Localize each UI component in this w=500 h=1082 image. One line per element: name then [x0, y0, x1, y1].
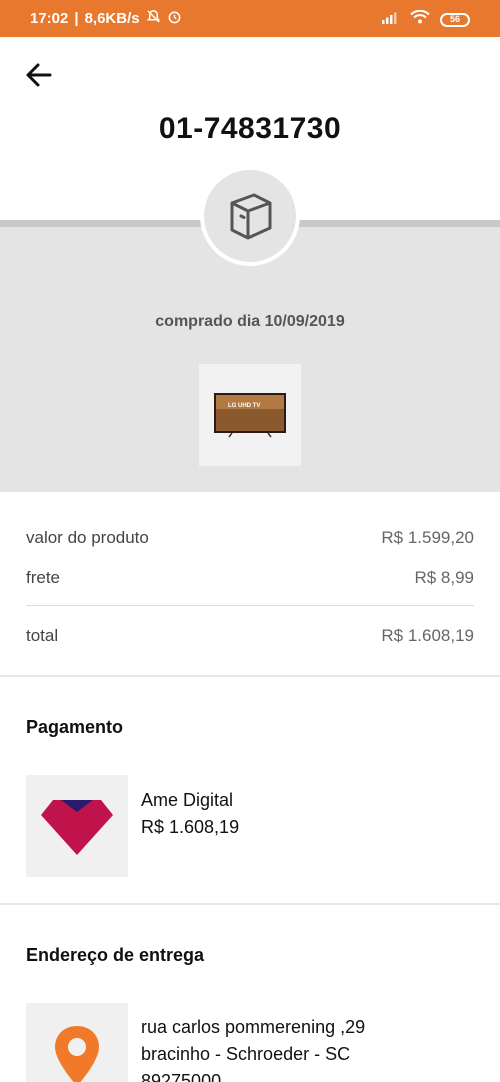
alarm-clock-icon	[167, 9, 182, 28]
payment-title: Pagamento	[26, 717, 124, 737]
delivery-address: rua carlos pommerening ,29 bracinho - Sc…	[141, 1014, 365, 1082]
order-id: 01-74831730	[158, 112, 342, 145]
location-pin-icon	[55, 1026, 99, 1082]
status-bar: 17:02 | 8,6KB/s 56	[0, 0, 500, 37]
payment-amount: R$ 1.608,19	[141, 817, 240, 837]
status-bar-right: 56	[382, 9, 470, 29]
total-amount: R$ 1.608,19	[381, 626, 474, 645]
shipping-row: frete R$ 8,99	[26, 568, 474, 588]
back-arrow-icon	[26, 63, 52, 87]
section-separator	[0, 903, 500, 905]
wifi-icon	[410, 9, 430, 29]
box-icon-circle	[200, 166, 300, 266]
section-separator	[0, 675, 500, 677]
box-icon	[230, 193, 272, 240]
payment-method-logo	[26, 775, 128, 877]
status-time: 17:02	[30, 10, 69, 27]
tv-image-label: LG UHD TV	[228, 403, 260, 409]
product-value-row: valor do produto R$ 1.599,20	[26, 528, 474, 548]
summary-divider	[26, 605, 474, 606]
purchase-date: comprado dia 10/09/2019	[155, 313, 345, 330]
total-label: total	[26, 626, 59, 645]
tv-product-image: LG UHD TV	[214, 393, 286, 438]
status-network-speed: 8,6KB/s	[84, 10, 140, 27]
address-line-1: rua carlos pommerening ,29	[141, 1017, 366, 1037]
battery-icon: 56	[440, 12, 470, 27]
shipping-amount: R$ 8,99	[414, 568, 474, 587]
mute-bell-icon	[146, 9, 161, 28]
delivery-location-box	[26, 1003, 128, 1082]
total-row: total R$ 1.608,19	[26, 626, 474, 646]
product-value-label: valor do produto	[26, 528, 149, 547]
payment-info: Ame Digital R$ 1.608,19	[141, 787, 239, 841]
signal-icon	[382, 10, 400, 29]
status-separator: |	[74, 10, 79, 27]
product-thumbnail[interactable]: LG UHD TV	[199, 364, 301, 466]
product-value-amount: R$ 1.599,20	[381, 528, 474, 547]
delivery-title: Endereço de entrega	[26, 945, 205, 965]
back-button[interactable]	[22, 58, 56, 92]
ame-digital-logo	[41, 800, 113, 855]
address-line-2: bracinho - Schroeder - SC	[141, 1044, 351, 1064]
payment-method-name: Ame Digital	[141, 790, 234, 810]
shipping-label: frete	[26, 568, 61, 587]
address-line-3: 89275000	[141, 1071, 222, 1082]
status-bar-left: 17:02 | 8,6KB/s	[30, 9, 182, 28]
